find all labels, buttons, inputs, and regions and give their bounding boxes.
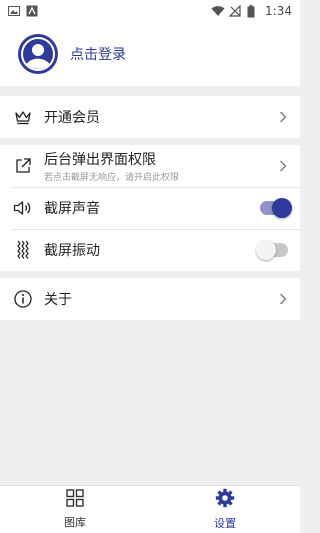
vibration-icon	[12, 239, 34, 261]
speaker-icon	[12, 197, 34, 219]
nav-settings[interactable]: 设置	[150, 486, 300, 533]
screenshot-vibration-row: 截屏振动	[0, 229, 300, 271]
background-popup-hint: 若点击截屏无响应，请开启此权限	[44, 173, 180, 183]
external-link-icon	[12, 155, 34, 177]
profile-header[interactable]: 点击登录	[0, 22, 300, 86]
app-notification-icon	[26, 5, 38, 17]
about-label: 关于	[44, 292, 72, 308]
bottom-navigation: 图库 设置	[0, 485, 300, 533]
chevron-right-icon	[276, 110, 290, 124]
background-popup-permission-row[interactable]: 后台弹出界面权限 若点击截屏无响应，请开启此权限	[0, 145, 300, 187]
wifi-icon	[211, 5, 225, 17]
screenshot-sound-row: 截屏声音	[0, 187, 300, 229]
battery-icon	[247, 5, 259, 18]
about-section: 关于	[0, 278, 300, 320]
nav-gallery-label: 图库	[64, 516, 86, 529]
membership-row[interactable]: 开通会员	[0, 96, 300, 138]
screenshot-sound-toggle[interactable]	[260, 198, 292, 218]
screenshot-vibration-toggle[interactable]	[256, 240, 288, 260]
toggle-knob	[256, 240, 276, 260]
membership-label: 开通会员	[44, 110, 100, 126]
image-notification-icon	[8, 5, 20, 17]
login-link[interactable]: 点击登录	[70, 44, 126, 64]
toggle-knob	[272, 198, 292, 218]
crown-icon	[12, 106, 34, 128]
nav-gallery[interactable]: 图库	[0, 486, 150, 533]
nav-settings-label: 设置	[214, 517, 236, 530]
about-row[interactable]: 关于	[0, 278, 300, 320]
info-icon	[12, 288, 34, 310]
avatar[interactable]	[18, 34, 58, 74]
screenshot-vibration-label: 截屏振动	[44, 243, 100, 259]
status-bar: 1:34	[0, 0, 300, 22]
chevron-right-icon	[276, 159, 290, 173]
settings-section: 后台弹出界面权限 若点击截屏无响应，请开启此权限 截屏声音 截屏振动	[0, 145, 300, 271]
chevron-right-icon	[276, 292, 290, 306]
gear-icon	[215, 488, 235, 512]
background-popup-label: 后台弹出界面权限	[44, 152, 156, 168]
screenshot-sound-label: 截屏声音	[44, 201, 100, 217]
grid-icon	[66, 489, 84, 511]
clock: 1:34	[265, 4, 292, 18]
membership-section: 开通会员	[0, 96, 300, 138]
user-icon	[21, 37, 55, 71]
no-signal-icon	[228, 4, 241, 17]
